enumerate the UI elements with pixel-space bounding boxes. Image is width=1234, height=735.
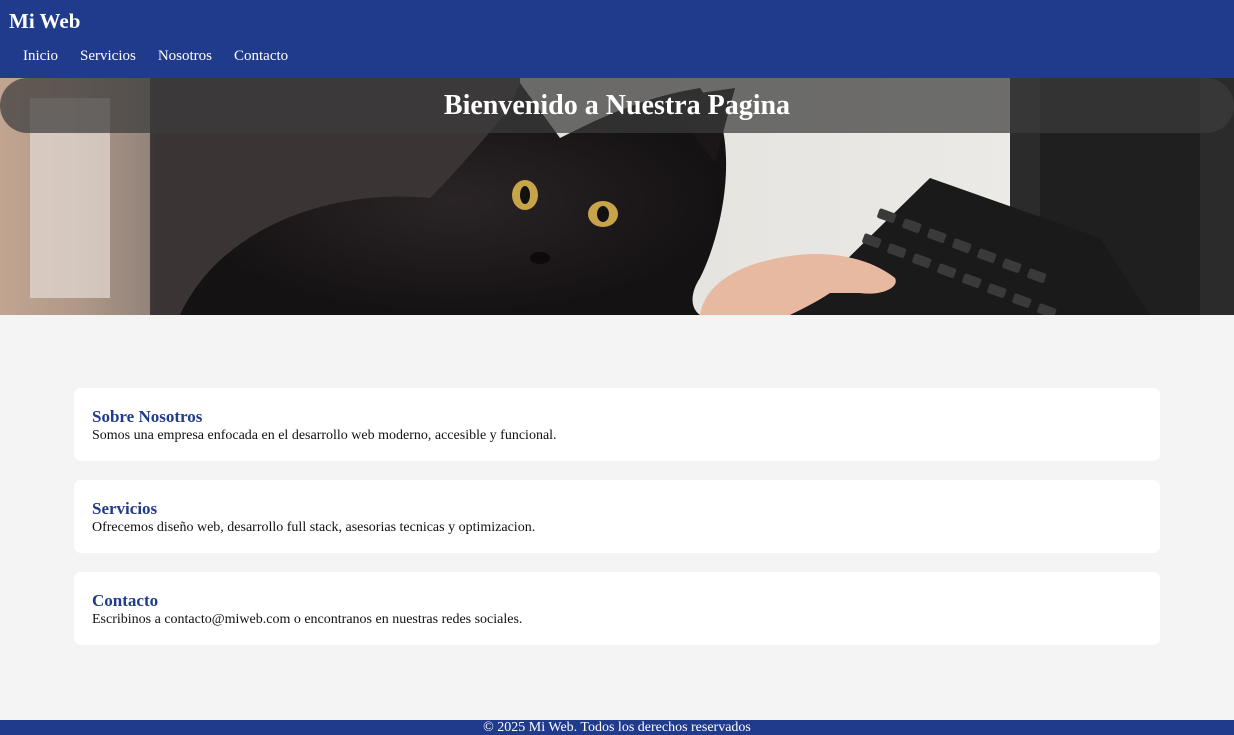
section-card-servicios: Servicios Ofrecemos diseño web, desarrol… [74, 480, 1160, 553]
site-header: Mi Web Inicio Servicios Nosotros Contact… [0, 0, 1234, 78]
section-title: Servicios [92, 499, 158, 518]
section-card-contacto: Contacto Escribinos a contacto@miweb.com… [74, 572, 1160, 645]
nav-link-servicios[interactable]: Servicios [80, 46, 136, 66]
section-title: Sobre Nosotros [92, 407, 203, 426]
nav-link-nosotros[interactable]: Nosotros [158, 46, 212, 66]
site-logo[interactable]: Mi Web [9, 8, 80, 34]
nav-link-inicio[interactable]: Inicio [23, 46, 58, 66]
section-title: Contacto [92, 591, 159, 610]
hero-section: Bienvenido a Nuestra Pagina [0, 78, 1234, 315]
section-text: Escribinos a contacto@miweb.com o encont… [92, 612, 523, 627]
hero-title: Bienvenido a Nuestra Pagina [443, 90, 791, 121]
section-text: Ofrecemos diseño web, desarrollo full st… [92, 520, 536, 535]
section-text: Somos una empresa enfocada en el desarro… [92, 428, 557, 443]
site-footer: © 2025 Mi Web. Todos los derechos reserv… [0, 720, 1234, 735]
main-nav: Inicio Servicios Nosotros Contacto [23, 46, 310, 66]
footer-copyright: © 2025 Mi Web. Todos los derechos reserv… [483, 720, 751, 735]
nav-link-contacto[interactable]: Contacto [234, 46, 288, 66]
section-card-sobre-nosotros: Sobre Nosotros Somos una empresa enfocad… [74, 388, 1160, 461]
